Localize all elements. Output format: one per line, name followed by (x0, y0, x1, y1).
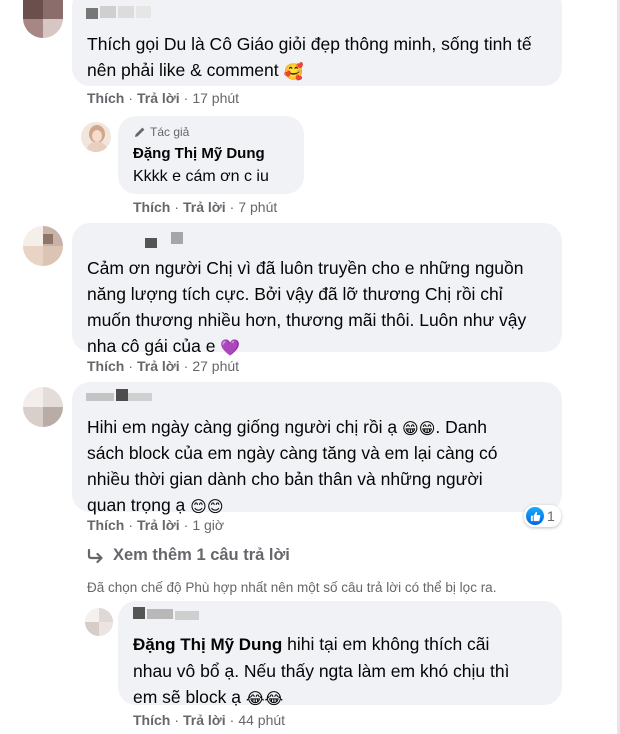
author-avatar[interactable] (81, 122, 111, 152)
smiling-hearts-emoji: 🥰 (283, 64, 304, 81)
commenter-name-blurred[interactable] (86, 6, 151, 19)
author-name[interactable]: Đặng Thị Mỹ Dung (133, 145, 265, 162)
avatar[interactable] (23, 226, 63, 266)
like-button[interactable]: Thích (87, 90, 124, 106)
reply-button[interactable]: Trả lời (183, 199, 226, 215)
comment-time[interactable]: 1 giờ (192, 517, 224, 533)
comment-time[interactable]: 27 phút (192, 358, 239, 374)
reply-actions: Thích · Trả lời · 44 phút (133, 712, 286, 728)
reply-arrow-icon (87, 548, 103, 563)
reaction-count[interactable]: 1 (524, 505, 561, 527)
comment-actions: Thích · Trả lời · 1 giờ (87, 517, 225, 533)
comment-text: Cảm ơn người Chị vì đã luôn truyền cho e… (87, 258, 527, 357)
tears-of-joy-emoji: 😂😂 (245, 691, 284, 708)
reply-text: Kkkk e cám ơn c iu (133, 168, 269, 185)
author-avatar[interactable] (85, 608, 113, 636)
reply-actions: Thích · Trả lời · 7 phút (133, 199, 278, 215)
avatar[interactable] (23, 387, 63, 427)
like-button[interactable]: Thích (133, 712, 170, 728)
purple-heart-emoji: 💜 (220, 340, 241, 357)
grinning-emoji: 😁😁 (402, 421, 436, 438)
like-button[interactable]: Thích (87, 358, 124, 374)
commenter-name-blurred[interactable] (145, 232, 185, 248)
comment-time[interactable]: 17 phút (192, 90, 239, 106)
reply-button[interactable]: Trả lời (137, 358, 180, 374)
reply-button[interactable]: Trả lời (137, 90, 180, 106)
commenter-name-blurred[interactable] (133, 607, 203, 621)
comment-time[interactable]: 7 phút (238, 199, 277, 215)
avatar[interactable] (23, 0, 63, 38)
comment-actions: Thích · Trả lời · 17 phút (87, 90, 240, 106)
pencil-icon (135, 127, 145, 137)
like-icon (526, 507, 544, 525)
reply-button[interactable]: Trả lời (137, 517, 180, 533)
like-button[interactable]: Thích (133, 199, 170, 215)
smiling-emoji: 😊😊 (190, 499, 224, 516)
author-name[interactable]: Đặng Thị Mỹ Dung (133, 635, 282, 654)
filter-note: Đã chọn chế độ Phù hợp nhất nên một số c… (87, 580, 497, 595)
comment-actions: Thích · Trả lời · 27 phút (87, 358, 240, 374)
comment-time[interactable]: 44 phút (238, 712, 285, 728)
reply-button[interactable]: Trả lời (183, 712, 226, 728)
like-button[interactable]: Thích (87, 517, 124, 533)
reply-text: Đặng Thị Mỹ Dung hihi tại em không thích… (133, 634, 510, 708)
commenter-name-blurred[interactable] (86, 389, 156, 403)
comment-text: Hihi em ngày càng giống người chị rồi ạ … (87, 417, 498, 516)
view-more-replies-button[interactable]: Xem thêm 1 câu trả lời (87, 546, 290, 565)
comment-text: Thích gọi Du là Cô Giáo giỏi đẹp thông m… (87, 34, 532, 81)
author-badge: Tác giả (134, 125, 189, 139)
